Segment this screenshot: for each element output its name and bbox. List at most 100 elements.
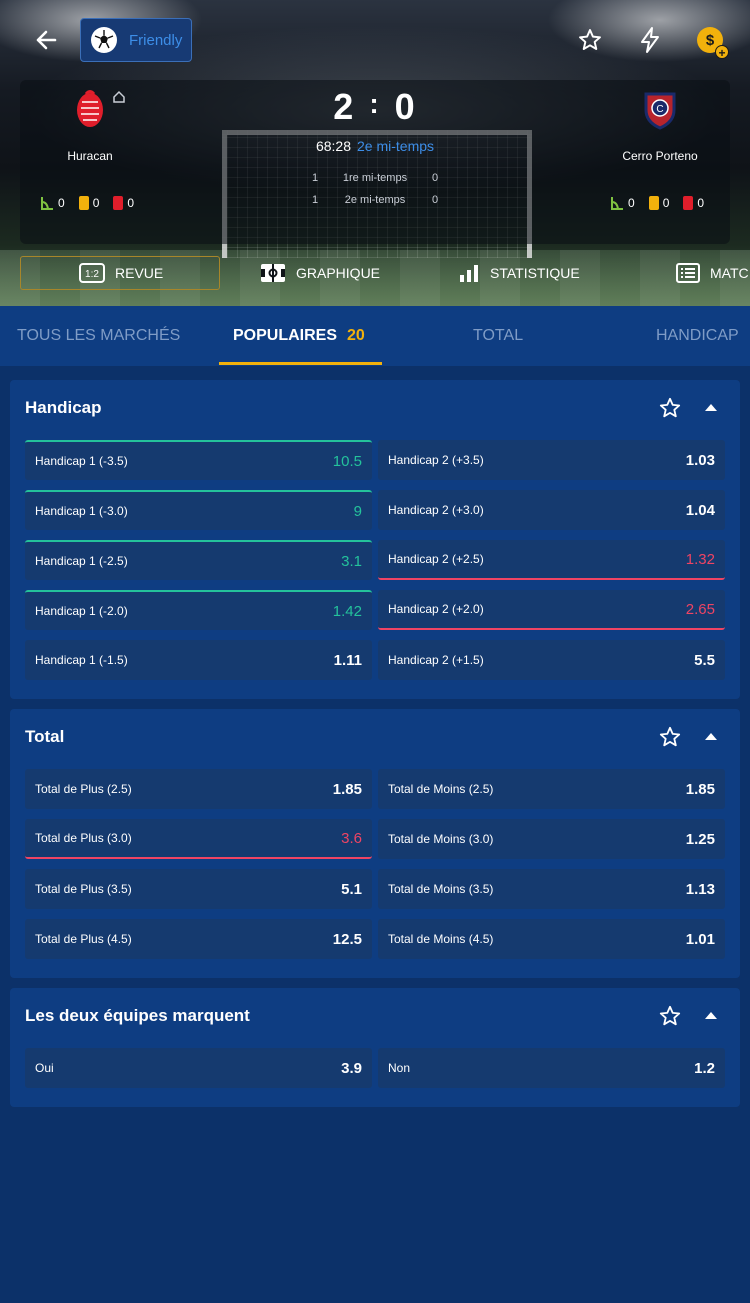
odds-row: Total de Plus (4.5) 12.5 Total de Moins (… [25,919,725,959]
match-nav: 1:2 REVUE GRAPHIQUE STATISTIQUE MATC [0,256,750,290]
top-bar: Friendly $ + [0,0,750,80]
home-yellow-cards: 0 [92,196,100,210]
deposit-button[interactable]: $ + [694,24,729,60]
odd-button[interactable]: Non 1.2 [378,1048,725,1088]
odd-button[interactable]: Oui 3.9 [25,1048,372,1088]
back-button[interactable] [28,24,64,56]
odd-button[interactable]: Handicap 1 (-2.5) 3.1 [25,540,372,580]
chevron-up-icon[interactable] [704,731,718,741]
odd-button[interactable]: Total de Moins (4.5) 1.01 [378,919,725,959]
odd-button[interactable]: Handicap 1 (-3.0) 9 [25,490,372,530]
quick-bet-button[interactable] [634,24,666,56]
tab-match[interactable]: MATC [676,256,749,290]
match-clock: 68:28 2e mi-temps [250,138,500,154]
cerro-porteno-crest-icon: C [644,92,676,130]
half-home: 1 [311,172,319,184]
chevron-up-icon[interactable] [704,402,718,412]
odds-row: Handicap 1 (-2.0) 1.42 Handicap 2 (+2.0) 2… [25,590,725,630]
star-icon[interactable] [658,1004,682,1028]
odd-value: 1.25 [685,830,715,848]
odd-value: 9 [353,502,362,520]
section-title: Les deux équipes marquent [25,1006,250,1025]
yellow-card-icon [648,196,659,210]
active-tab-indicator [219,362,382,365]
odd-label: Handicap 1 (-2.5) [35,554,128,568]
home-team-name: Huracan [67,149,113,163]
home-corners: 0 [58,196,65,210]
odd-button[interactable]: Total de Plus (2.5) 1.85 [25,769,372,809]
list-icon [676,263,700,283]
odd-value: 12.5 [332,930,362,948]
odd-label: Total de Plus (4.5) [35,932,132,946]
away-team[interactable]: C Cerro Porteno [590,88,730,163]
tab-all-markets[interactable]: TOUS LES MARCHÉS [17,306,180,366]
odd-value: 1.2 [694,1059,715,1077]
lightning-icon [641,27,659,53]
half-away: 0 [431,194,439,206]
odd-button[interactable]: Handicap 1 (-1.5) 1.11 [25,640,372,680]
yellow-card-icon [78,196,89,210]
odd-button[interactable]: Handicap 2 (+3.5) 1.03 [378,440,725,480]
market-tabs: TOUS LES MARCHÉS POPULAIRES 20 TOTAL HAN… [0,306,750,366]
half-score-row: 1 2e mi-temps 0 [300,194,460,206]
odd-value: 1.03 [685,451,715,469]
star-icon [579,29,601,50]
odd-button[interactable]: Handicap 2 (+2.0) 2.65 [378,590,725,630]
league-chip[interactable]: Friendly [80,18,192,62]
tab-total[interactable]: TOTAL [473,306,523,366]
tab-label: POPULAIRES [233,327,338,344]
odd-button[interactable]: Handicap 1 (-2.0) 1.42 [25,590,372,630]
score-card: Huracan 2:0 68:28 2e mi-temps 1 1re mi-te… [20,80,730,244]
corner-flag-icon [41,197,53,210]
huracan-crest-icon [77,90,103,127]
odd-label: Non [388,1061,411,1075]
odd-value: 2.65 [685,600,715,618]
odd-label: Oui [35,1061,54,1075]
star-icon[interactable] [658,396,682,420]
favorite-button[interactable] [574,24,606,56]
tab-graphique[interactable]: GRAPHIQUE [260,256,380,290]
section-title: Total [25,727,65,746]
odd-label: Handicap 1 (-1.5) [35,653,128,667]
score-separator: : [369,88,381,119]
odds-row: Total de Plus (3.0) 3.6 Total de Moins (3… [25,819,725,859]
tab-label: GRAPHIQUE [296,265,381,281]
odd-label: Total de Moins (3.0) [388,832,494,846]
away-stats: 0 0 0 [610,196,714,210]
tab-count-badge: 20 [347,327,365,344]
odd-value: 3.6 [341,829,362,847]
home-team[interactable]: Huracan [20,88,160,163]
odd-button[interactable]: Handicap 2 (+3.0) 1.04 [378,490,725,530]
svg-text:C: C [656,104,663,115]
tab-label: TOTAL [473,327,524,344]
star-icon[interactable] [658,725,682,749]
odds-row: Handicap 1 (-2.5) 3.1 Handicap 2 (+2.5) 1.… [25,540,725,580]
odd-button[interactable]: Total de Plus (3.5) 5.1 [25,869,372,909]
tab-revue[interactable]: 1:2 REVUE [20,256,220,290]
soccer-ball-icon [91,27,117,53]
odd-button[interactable]: Handicap 2 (+2.5) 1.32 [378,540,725,580]
odd-label: Handicap 2 (+3.0) [388,503,484,517]
chevron-up-icon[interactable] [704,1010,718,1020]
league-name: Friendly [129,31,183,49]
odd-button[interactable]: Total de Plus (4.5) 12.5 [25,919,372,959]
clock: 68:28 [315,138,351,154]
odd-button[interactable]: Total de Moins (3.0) 1.25 [378,819,725,859]
odd-label: Handicap 1 (-3.5) [35,454,128,468]
bar-chart-icon [460,265,478,282]
tab-handicap[interactable]: HANDICAP [656,306,739,366]
odd-button[interactable]: Total de Moins (3.5) 1.13 [378,869,725,909]
scoreboard: 2:0 [310,86,440,128]
odd-button[interactable]: Handicap 1 (-3.5) 10.5 [25,440,372,480]
odd-value: 5.1 [341,880,362,898]
tab-popular[interactable]: POPULAIRES 20 [233,306,365,366]
odd-button[interactable]: Total de Moins (2.5) 1.85 [378,769,725,809]
tab-statistique[interactable]: STATISTIQUE [458,256,580,290]
section-title: Handicap [25,398,102,417]
odd-value: 1.42 [332,602,362,620]
lineup-icon: 1:2 [79,263,105,283]
odd-button[interactable]: Handicap 2 (+1.5) 5.5 [378,640,725,680]
odd-button[interactable]: Total de Plus (3.0) 3.6 [25,819,372,859]
odd-label: Handicap 2 (+2.5) [388,552,484,566]
odd-label: Handicap 2 (+3.5) [388,453,484,467]
